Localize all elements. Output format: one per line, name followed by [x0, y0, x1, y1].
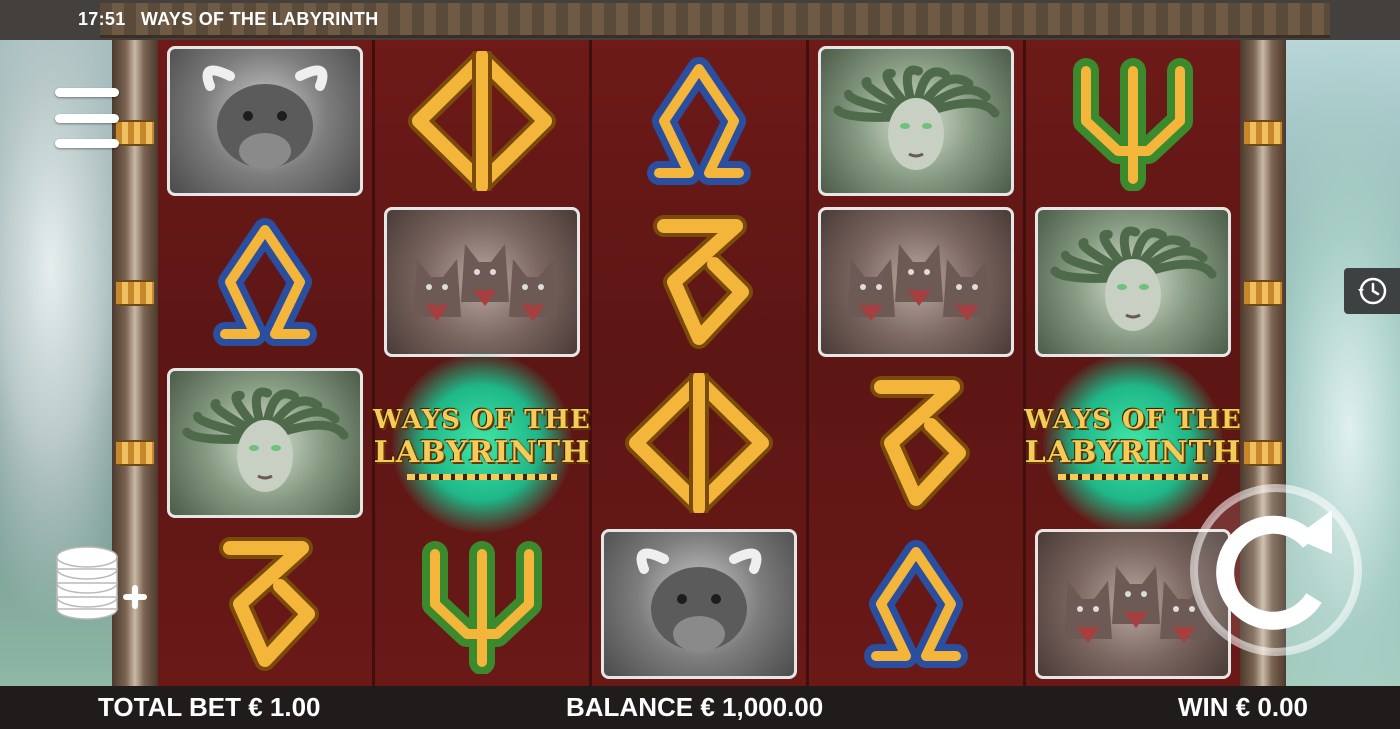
reel-2: WAYS OF THE LABYRINTH	[373, 40, 592, 686]
logo-decoration	[407, 474, 557, 480]
omega-icon	[213, 217, 317, 346]
phi-icon	[625, 372, 773, 513]
symbol-phi	[375, 40, 589, 201]
minotaur-icon	[167, 45, 363, 196]
win-display: WIN € 0.00	[1177, 692, 1308, 722]
menu-icon-bar	[55, 88, 119, 97]
symbol-delta	[158, 523, 372, 684]
game-title: WAYS OF THE LABYRINTH	[140, 9, 379, 29]
delta-icon	[219, 536, 319, 671]
menu-icon-bar	[55, 113, 119, 123]
pillar-band	[1244, 120, 1282, 146]
omega-icon	[647, 56, 751, 185]
cerberus-icon	[818, 206, 1014, 357]
pillar-band	[1244, 280, 1282, 306]
medusa-icon	[818, 45, 1014, 196]
symbol-delta	[809, 362, 1023, 523]
menu-icon-bar	[55, 139, 119, 148]
bottom-info-bar: TOTAL BET € 1.00 BALANCE € 1,000.00 WIN …	[0, 686, 1400, 729]
minotaur-icon	[601, 528, 797, 679]
status-text: 17:51 WAYS OF THE LABYRINTH	[78, 9, 389, 30]
logo-symbol-line1: WAYS OF THE	[1024, 405, 1242, 435]
symbol-medusa	[1026, 201, 1240, 362]
medusa-icon	[167, 367, 363, 518]
reel-grid: WAYS OF THE LABYRINTH WAYS OF THE LABYRINT…	[158, 40, 1242, 686]
logo-symbol-line2: LABYRINTH	[373, 435, 591, 470]
reel-4	[809, 40, 1026, 686]
history-clock-icon	[1358, 277, 1387, 305]
pillar-band	[1244, 440, 1282, 466]
symbol-medusa	[158, 362, 372, 523]
symbol-delta	[592, 201, 806, 362]
status-bar: 17:51 WAYS OF THE LABYRINTH	[0, 0, 1400, 40]
symbol-phi	[592, 362, 806, 523]
delta-icon	[653, 214, 753, 349]
total-bet-display: TOTAL BET € 1.00	[98, 692, 321, 722]
balance-display: BALANCE € 1,000.00	[566, 692, 824, 722]
symbol-psi	[1026, 40, 1240, 201]
reel-1	[158, 40, 375, 686]
pillar-band	[116, 440, 154, 466]
logo-symbol: WAYS OF THE LABYRINTH	[373, 352, 590, 533]
spin-button[interactable]	[1186, 480, 1366, 660]
symbol-omega	[809, 523, 1023, 684]
pillar-band	[116, 280, 154, 306]
symbol-cerberus	[375, 201, 589, 362]
logo-symbol-line2: LABYRINTH	[1024, 435, 1242, 470]
psi-icon	[1073, 57, 1193, 191]
omega-icon	[864, 539, 968, 668]
psi-icon	[422, 540, 542, 674]
symbol-logo: WAYS OF THE LABYRINTH	[373, 352, 590, 533]
spin-arrow-icon	[1190, 484, 1362, 656]
reel-3	[592, 40, 809, 686]
medusa-icon	[1035, 206, 1231, 357]
symbol-medusa	[809, 40, 1023, 201]
cerberus-icon	[384, 206, 580, 357]
phi-icon	[408, 50, 556, 191]
delta-icon	[870, 375, 970, 510]
symbol-minotaur	[158, 40, 372, 201]
pillar-band	[116, 120, 154, 146]
history-button[interactable]	[1344, 268, 1400, 314]
symbol-omega	[158, 201, 372, 362]
symbol-psi	[375, 523, 589, 684]
menu-button[interactable]	[55, 88, 119, 148]
symbol-omega	[592, 40, 806, 201]
symbol-minotaur	[592, 523, 806, 684]
logo-symbol-line1: WAYS OF THE	[373, 405, 591, 435]
coin-stack-plus-icon	[56, 546, 147, 620]
symbol-cerberus	[809, 201, 1023, 362]
bet-button[interactable]	[52, 545, 148, 625]
clock-time: 17:51	[78, 9, 126, 29]
